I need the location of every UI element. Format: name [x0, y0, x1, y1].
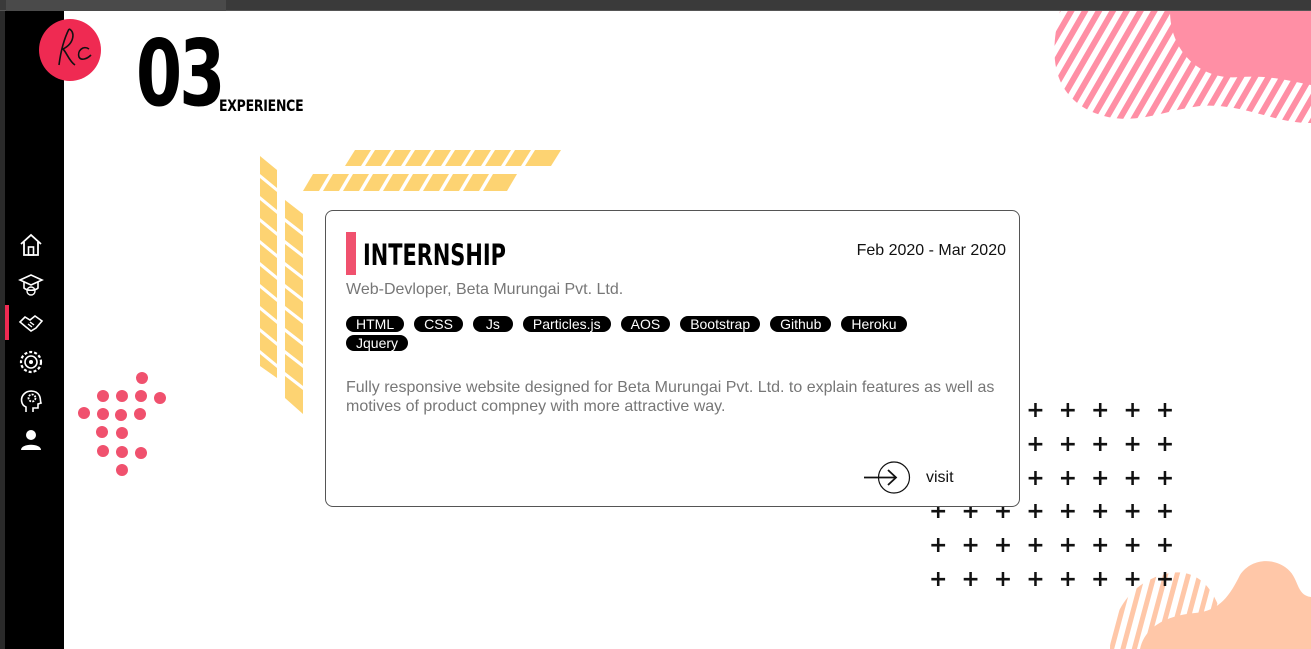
- plus-mark: +: [1058, 567, 1078, 592]
- plus-mark: +: [993, 533, 1013, 559]
- window-top-bar: [0, 0, 1311, 11]
- plus-mark: +: [1091, 499, 1110, 525]
- tag-aos: AOS: [620, 316, 671, 332]
- plus-mark: +: [1123, 567, 1142, 592]
- plus-mark: +: [1123, 431, 1142, 457]
- plus-mark: +: [1058, 533, 1078, 559]
- nav-experience[interactable]: [5, 303, 64, 342]
- nav-thinking[interactable]: [5, 381, 64, 420]
- plus-mark: +: [1123, 465, 1142, 491]
- tag-github: Github: [770, 316, 832, 332]
- graduation-cap-icon: [18, 273, 44, 296]
- plus-mark: +: [961, 533, 980, 559]
- decorative-dots: [78, 372, 166, 476]
- tag-heroku: Heroku: [841, 316, 907, 332]
- arrow-right-icon: [862, 461, 912, 494]
- plus-mark: +: [1026, 398, 1045, 423]
- plus-mark: +: [1026, 567, 1045, 592]
- plus-mark: +: [1091, 465, 1110, 491]
- plus-mark: +: [1026, 431, 1045, 457]
- wheat-left-col-2: [285, 200, 303, 414]
- section-title: EXPERIENCE: [219, 96, 304, 115]
- portfolio-page: 03 EXPERIENCE + + + + + + + + + + + + + …: [0, 0, 1311, 649]
- date-range: Feb 2020 - Mar 2020: [856, 242, 1006, 259]
- plus-mark: +: [929, 567, 948, 592]
- plus-mark: +: [1155, 398, 1175, 423]
- tag-css: CSS: [414, 316, 463, 332]
- logo[interactable]: [39, 19, 101, 81]
- company-line: Web-Devloper, Beta Murungai Pvt. Ltd.: [346, 281, 624, 298]
- plus-mark: +: [1058, 431, 1078, 457]
- gear-badge-icon: [19, 350, 43, 373]
- plus-mark: +: [1058, 398, 1078, 423]
- nav-home[interactable]: [5, 225, 64, 264]
- plus-mark: +: [1123, 533, 1142, 559]
- plus-mark: +: [1091, 431, 1110, 457]
- plus-mark: +: [1058, 465, 1078, 491]
- wheat-top-row-1: [345, 150, 561, 166]
- plus-mark: +: [929, 533, 948, 559]
- visit-label: visit: [926, 468, 954, 486]
- role-title: INTERNSHIP: [363, 238, 506, 272]
- section-number: 03: [136, 20, 225, 127]
- role-accent-bar: [346, 232, 356, 275]
- tag-js: Js: [472, 316, 513, 332]
- nav-contact[interactable]: [5, 420, 64, 459]
- plus-mark: +: [1123, 499, 1142, 525]
- plus-mark: +: [1091, 533, 1110, 559]
- plus-mark: +: [993, 567, 1013, 592]
- tag-html: HTML: [346, 316, 405, 332]
- user-icon: [21, 429, 41, 450]
- plus-mark: +: [1026, 465, 1045, 491]
- tag-bootstrap: Bootstrap: [680, 316, 761, 332]
- plus-mark: +: [1026, 499, 1045, 525]
- experience-card: INTERNSHIP Feb 2020 - Mar 2020 Web-Devlo…: [325, 210, 1020, 507]
- brain-gear-icon: [20, 389, 43, 412]
- plus-mark: +: [1091, 567, 1110, 592]
- visit-link[interactable]: visit: [862, 461, 954, 494]
- tag-particles: Particles.js: [522, 316, 611, 332]
- plus-mark: +: [1058, 499, 1078, 525]
- plus-mark: +: [1026, 533, 1045, 559]
- plus-mark: +: [1155, 431, 1175, 457]
- plus-mark: +: [961, 567, 980, 592]
- plus-mark: +: [1155, 533, 1175, 559]
- description: Fully responsive website designed for Be…: [346, 379, 995, 415]
- tag-jquery: Jquery: [346, 335, 409, 351]
- browser-tab[interactable]: [6, 0, 226, 11]
- plus-mark: +: [1091, 398, 1110, 423]
- plus-mark: +: [1155, 465, 1175, 491]
- nav-education[interactable]: [5, 264, 64, 303]
- decorative-blob-top: [1054, 11, 1311, 123]
- wheat-top-row-2: [303, 174, 517, 191]
- plus-mark: +: [1155, 499, 1175, 525]
- nav-skills[interactable]: [5, 342, 64, 381]
- wheat-left-col-1: [260, 156, 277, 378]
- tech-tags: HTML CSS Js Particles.js AOS Bootstrap G…: [346, 316, 956, 351]
- plus-mark: +: [1123, 398, 1142, 423]
- plus-mark: +: [1155, 567, 1175, 592]
- sidebar-nav: [5, 225, 64, 459]
- handshake-icon: [18, 314, 44, 332]
- logo-signature-icon: [58, 28, 92, 66]
- home-icon: [20, 233, 42, 256]
